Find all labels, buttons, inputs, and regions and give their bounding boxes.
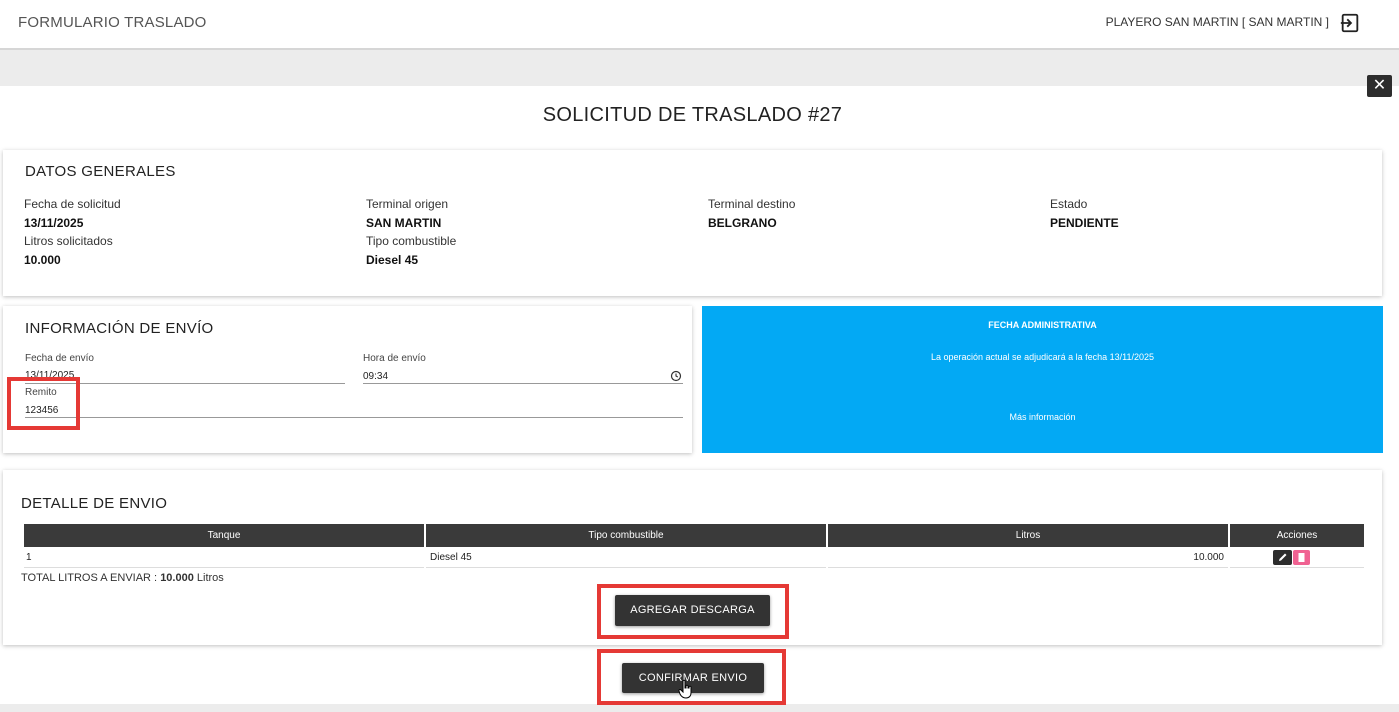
clock-icon[interactable] xyxy=(670,370,682,382)
fecha-solicitud-value: 13/11/2025 xyxy=(24,216,84,230)
general-section-title: DATOS GENERALES xyxy=(25,163,176,180)
fecha-envio-label: Fecha de envío xyxy=(25,353,94,364)
fecha-envio-input[interactable]: 13/11/2025 xyxy=(25,370,74,380)
litros-solicitados-label: Litros solicitados xyxy=(24,234,113,248)
terminal-origen-label: Terminal origen xyxy=(366,197,449,211)
remito-label: Remito xyxy=(25,387,57,398)
fecha-envio-underline xyxy=(25,383,345,384)
tipo-combustible-value: Diesel 45 xyxy=(366,253,419,267)
terminal-origen-value: SAN MARTIN xyxy=(366,216,442,230)
col-tipo-combustible: Tipo combustible xyxy=(426,524,826,547)
col-acciones: Acciones xyxy=(1230,524,1364,547)
detail-table: Tanque Tipo combustible Litros Acciones … xyxy=(22,524,1366,568)
hora-envio-input[interactable]: 09:34 xyxy=(363,371,388,382)
estado-value: PENDIENTE xyxy=(1050,216,1119,230)
logout-icon[interactable] xyxy=(1339,12,1361,34)
hand-cursor-icon xyxy=(678,679,692,699)
more-info-link[interactable]: Más información xyxy=(702,412,1383,422)
hora-envio-label: Hora de envío xyxy=(363,353,426,364)
edit-icon[interactable] xyxy=(1273,549,1292,565)
admin-date-panel: FECHA ADMINISTRATIVA La operación actual… xyxy=(702,306,1383,453)
remito-underline xyxy=(25,417,683,418)
col-tanque: Tanque xyxy=(24,524,424,547)
detail-section-title: DETALLE DE ENVIO xyxy=(21,495,168,512)
estado-label: Estado xyxy=(1050,197,1088,211)
modal-title: SOLICITUD DE TRASLADO #27 xyxy=(542,104,843,126)
litros-solicitados-value: 10.000 xyxy=(24,253,61,267)
app-title: FORMULARIO TRASLADO xyxy=(18,14,207,31)
tipo-combustible-label: Tipo combustible xyxy=(366,234,457,248)
admin-date-message: La operación actual se adjudicará a la f… xyxy=(931,352,1154,362)
top-bar: FORMULARIO TRASLADO PLAYERO SAN MARTIN [… xyxy=(0,0,1399,50)
remito-input[interactable]: 123456 xyxy=(25,405,58,416)
total-unit: Litros xyxy=(196,572,224,584)
delete-icon[interactable] xyxy=(1293,549,1310,565)
cell-litros: 10.000 xyxy=(828,547,1228,568)
cell-acciones xyxy=(1230,547,1364,568)
cell-tanque: 1 xyxy=(24,547,424,568)
general-data-card xyxy=(3,150,1382,296)
total-value: 10.000 xyxy=(160,572,194,584)
fecha-solicitud-label: Fecha de solicitud xyxy=(24,197,121,211)
add-discharge-button[interactable]: AGREGAR DESCARGA xyxy=(615,595,770,626)
close-button[interactable]: ✕ xyxy=(1367,75,1392,97)
terminal-destino-label: Terminal destino xyxy=(708,197,796,211)
table-row: 1 Diesel 45 10.000 xyxy=(24,547,1364,568)
terminal-destino-value: BELGRANO xyxy=(708,216,777,230)
hora-envio-underline xyxy=(363,383,683,384)
shipping-section-title: INFORMACIÓN DE ENVÍO xyxy=(25,320,214,337)
total-prefix: TOTAL LITROS A ENVIAR : xyxy=(21,572,158,584)
col-litros: Litros xyxy=(828,524,1228,547)
table-header-row: Tanque Tipo combustible Litros Acciones xyxy=(24,524,1364,547)
total-liters: TOTAL LITROS A ENVIAR : 10.000 Litros xyxy=(21,572,224,584)
user-label: PLAYERO SAN MARTIN [ SAN MARTIN ] xyxy=(1105,15,1329,29)
admin-date-title: FECHA ADMINISTRATIVA xyxy=(988,320,1097,330)
cell-tipo: Diesel 45 xyxy=(426,547,826,568)
